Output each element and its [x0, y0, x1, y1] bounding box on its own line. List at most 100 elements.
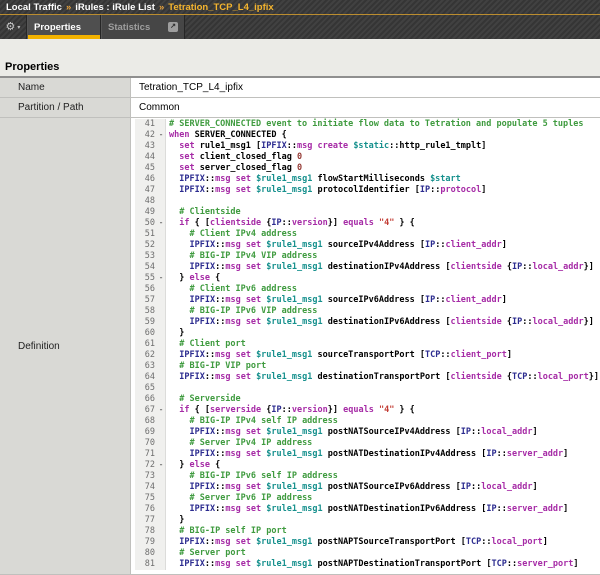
fold-gutter	[157, 119, 166, 130]
code-line[interactable]: 60 }	[135, 328, 600, 339]
code-text: }	[166, 515, 184, 526]
code-line[interactable]: 80 # Server port	[135, 548, 600, 559]
code-line[interactable]: 81 IPFIX::msg set $rule1_msg1 postNAPTDe…	[135, 559, 600, 570]
code-line[interactable]: 58 # BIG-IP IPv6 VIP address	[135, 306, 600, 317]
fold-gutter	[157, 339, 166, 350]
line-number: 49	[135, 207, 157, 218]
code-line[interactable]: 59 IPFIX::msg set $rule1_msg1 destinatio…	[135, 317, 600, 328]
code-line[interactable]: 53 # BIG-IP IPv4 VIP address	[135, 251, 600, 262]
fold-gutter	[157, 416, 166, 427]
code-line[interactable]: 44 set client_closed_flag 0	[135, 152, 600, 163]
code-line[interactable]: 64 IPFIX::msg set $rule1_msg1 destinatio…	[135, 372, 600, 383]
code-line[interactable]: 62 IPFIX::msg set $rule1_msg1 sourceTran…	[135, 350, 600, 361]
code-line[interactable]: 51 # Client IPv4 address	[135, 229, 600, 240]
fold-gutter	[157, 185, 166, 196]
fold-gutter	[157, 383, 166, 394]
code-line[interactable]: 46 IPFIX::msg set $rule1_msg1 flowStartM…	[135, 174, 600, 185]
tab-statistics-label: Statistics	[108, 22, 150, 33]
code-line[interactable]: 57 IPFIX::msg set $rule1_msg1 sourceIPv6…	[135, 295, 600, 306]
code-text: # BIG-IP VIP port	[166, 361, 266, 372]
code-text: when SERVER_CONNECTED {	[166, 130, 287, 141]
definition-value-cell: 41# SERVER_CONNECTED event to initiate f…	[131, 118, 600, 574]
fold-marker[interactable]: -	[157, 130, 166, 141]
fold-marker[interactable]: -	[157, 405, 166, 416]
code-line[interactable]: 54 IPFIX::msg set $rule1_msg1 destinatio…	[135, 262, 600, 273]
fold-gutter	[157, 262, 166, 273]
code-line[interactable]: 52 IPFIX::msg set $rule1_msg1 sourceIPv4…	[135, 240, 600, 251]
code-text: IPFIX::msg set $rule1_msg1 protocolIdent…	[166, 185, 486, 196]
partition-value: Common	[131, 98, 600, 117]
code-line[interactable]: 47 IPFIX::msg set $rule1_msg1 protocolId…	[135, 185, 600, 196]
line-number: 60	[135, 328, 157, 339]
tab-properties[interactable]: Properties	[27, 15, 101, 39]
code-line[interactable]: 76 IPFIX::msg set $rule1_msg1 postNATDes…	[135, 504, 600, 515]
fold-marker[interactable]: -	[157, 218, 166, 229]
fold-gutter	[157, 141, 166, 152]
code-line[interactable]: 41# SERVER_CONNECTED event to initiate f…	[135, 119, 600, 130]
fold-gutter	[157, 559, 166, 570]
fold-gutter	[157, 295, 166, 306]
code-text: IPFIX::msg set $rule1_msg1 destinationTr…	[166, 372, 599, 383]
line-number: 59	[135, 317, 157, 328]
code-line[interactable]: 77 }	[135, 515, 600, 526]
code-line[interactable]: 65	[135, 383, 600, 394]
code-line[interactable]: 70 # Server IPv4 IP address	[135, 438, 600, 449]
breadcrumb-item-irule-list[interactable]: iRules : iRule List	[75, 2, 155, 13]
line-number: 57	[135, 295, 157, 306]
line-number: 61	[135, 339, 157, 350]
table-row-partition: Partition / Path Common	[0, 98, 600, 118]
popup-window-icon[interactable]: ↗	[168, 22, 178, 32]
fold-gutter	[157, 427, 166, 438]
fold-marker[interactable]: -	[157, 460, 166, 471]
breadcrumb-item-local-traffic[interactable]: Local Traffic	[6, 2, 62, 13]
code-line[interactable]: 48	[135, 196, 600, 207]
code-text: set rule1_msg1 [IPFIX::msg create $stati…	[166, 141, 486, 152]
definition-label: Definition	[0, 118, 131, 574]
code-line[interactable]: 43 set rule1_msg1 [IPFIX::msg create $st…	[135, 141, 600, 152]
name-value: Tetration_TCP_L4_ipfix	[131, 78, 600, 97]
code-line[interactable]: 79 IPFIX::msg set $rule1_msg1 postNAPTSo…	[135, 537, 600, 548]
code-line[interactable]: 61 # Client port	[135, 339, 600, 350]
code-line[interactable]: 55- } else {	[135, 273, 600, 284]
line-number: 65	[135, 383, 157, 394]
line-number: 48	[135, 196, 157, 207]
code-text: # Client IPv6 address	[166, 284, 297, 295]
fold-gutter	[157, 284, 166, 295]
code-line[interactable]: 73 # BIG-IP IPv6 self IP address	[135, 471, 600, 482]
code-line[interactable]: 71 IPFIX::msg set $rule1_msg1 postNATDes…	[135, 449, 600, 460]
fold-gutter	[157, 361, 166, 372]
gear-menu-button[interactable]: ⚙ ▾	[0, 15, 27, 39]
line-number: 45	[135, 163, 157, 174]
code-line[interactable]: 42-when SERVER_CONNECTED {	[135, 130, 600, 141]
code-text	[166, 383, 169, 394]
code-text: } else {	[166, 460, 220, 471]
line-number: 77	[135, 515, 157, 526]
code-line[interactable]: 69 IPFIX::msg set $rule1_msg1 postNATSou…	[135, 427, 600, 438]
line-number: 74	[135, 482, 157, 493]
code-line[interactable]: 75 # Server IPv6 IP address	[135, 493, 600, 504]
properties-table: Name Tetration_TCP_L4_ipfix Partition / …	[0, 78, 600, 575]
fold-gutter	[157, 537, 166, 548]
fold-gutter	[157, 515, 166, 526]
code-line[interactable]: 72- } else {	[135, 460, 600, 471]
code-text: set client_closed_flag 0	[166, 152, 302, 163]
code-line[interactable]: 74 IPFIX::msg set $rule1_msg1 postNATSou…	[135, 482, 600, 493]
fold-marker[interactable]: -	[157, 273, 166, 284]
code-line[interactable]: 78 # BIG-IP self IP port	[135, 526, 600, 537]
code-text: IPFIX::msg set $rule1_msg1 postNATSource…	[166, 427, 538, 438]
code-line[interactable]: 66 # Serverside	[135, 394, 600, 405]
code-text: # BIG-IP self IP port	[166, 526, 287, 537]
tab-statistics[interactable]: Statistics ↗	[101, 15, 185, 39]
code-line[interactable]: 63 # BIG-IP VIP port	[135, 361, 600, 372]
code-editor[interactable]: 41# SERVER_CONNECTED event to initiate f…	[135, 119, 600, 570]
code-line[interactable]: 49 # Clientside	[135, 207, 600, 218]
code-line[interactable]: 67- if { [serverside {IP::version}] equa…	[135, 405, 600, 416]
tab-bar: ⚙ ▾ Properties Statistics ↗	[0, 15, 600, 39]
code-line[interactable]: 56 # Client IPv6 address	[135, 284, 600, 295]
chevron-down-icon: ▾	[17, 24, 20, 31]
code-line[interactable]: 50- if { [clientside {IP::version}] equa…	[135, 218, 600, 229]
code-line[interactable]: 68 # BIG-IP IPv4 self IP address	[135, 416, 600, 427]
fold-gutter	[157, 493, 166, 504]
code-line[interactable]: 45 set server_closed_flag 0	[135, 163, 600, 174]
breadcrumb-separator: »	[159, 2, 164, 13]
